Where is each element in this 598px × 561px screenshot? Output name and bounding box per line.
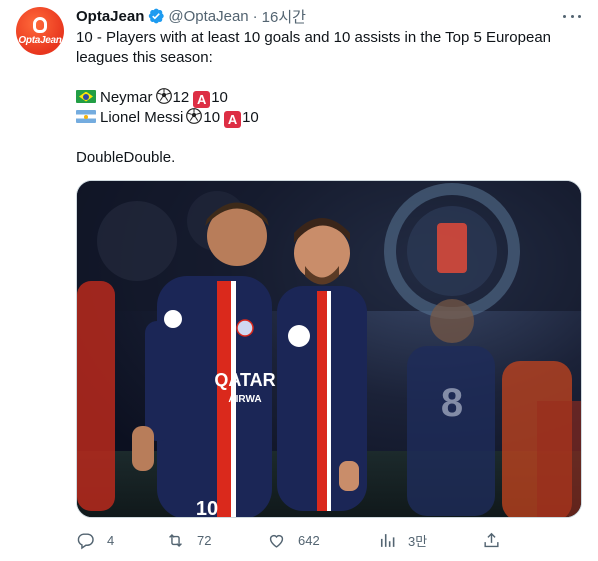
share-button[interactable] — [482, 528, 501, 552]
views-count: 3만 — [408, 533, 428, 549]
avatar[interactable]: OptaJean — [16, 7, 64, 55]
handle[interactable]: @OptaJean — [168, 8, 248, 25]
retweet-button[interactable]: 72 — [166, 528, 211, 552]
avatar-label: OptaJean — [18, 34, 62, 46]
more-options-icon[interactable] — [561, 8, 583, 24]
sponsor-subtext: AIRWA — [228, 394, 261, 405]
player-stat-line: Lionel Messi 10 A 10 — [76, 108, 576, 128]
display-name[interactable]: OptaJean — [76, 8, 144, 25]
goals-count: 12 — [172, 89, 190, 106]
like-button[interactable]: 642 — [267, 528, 320, 552]
sponsor-text: QATAR — [214, 370, 275, 390]
reply-icon — [77, 532, 94, 549]
argentina-flag-icon — [76, 110, 96, 123]
tweet-text: 10 - Players with at least 10 goals and … — [76, 28, 576, 168]
like-count: 642 — [298, 532, 320, 548]
tweet-text-line: 10 - Players with at least 10 goals and … — [76, 29, 552, 46]
share-icon — [484, 532, 499, 547]
player-name: Neymar — [100, 89, 153, 106]
background-jersey-number: 8 — [441, 381, 463, 425]
heart-icon — [269, 534, 284, 548]
tweet-text-line: DoubleDouble. — [76, 149, 176, 166]
views-button[interactable]: 3만 — [377, 528, 427, 552]
goals-count: 10 — [203, 109, 221, 126]
soccer-ball-icon — [186, 108, 203, 124]
player-stat-line: Neymar 12 A 10 — [76, 88, 576, 108]
tweet-text-line: leagues this season: — [76, 49, 213, 66]
tweet-header: OptaJean @OptaJean · 16시간 — [76, 6, 306, 26]
player-name: Lionel Messi — [100, 109, 184, 126]
soccer-ball-icon — [155, 88, 172, 104]
jersey-number: 10 — [196, 498, 218, 518]
photo-illustration: 8 QATAR AIRWA 10 — [77, 181, 581, 518]
reply-count: 4 — [107, 532, 115, 548]
opta-logo-icon — [33, 16, 47, 33]
separator: · — [252, 7, 258, 25]
assists-count: 10 — [242, 109, 259, 126]
views-chart-icon — [380, 533, 395, 547]
tweet-photo[interactable]: 8 QATAR AIRWA 10 — [76, 180, 582, 518]
tweet[interactable]: OptaJean OptaJean @OptaJean · 16시간 10 - … — [0, 0, 598, 561]
assist-badge-icon: A — [224, 111, 242, 128]
timestamp[interactable]: 16시간 — [262, 6, 306, 27]
assists-count: 10 — [211, 89, 228, 106]
verified-badge-icon — [149, 8, 165, 24]
reply-button[interactable]: 4 — [76, 528, 114, 552]
retweet-icon — [169, 533, 182, 547]
retweet-count: 72 — [197, 532, 212, 548]
action-bar: 4 72 642 3만 — [76, 528, 506, 552]
assist-badge-icon: A — [193, 91, 211, 108]
brazil-flag-icon — [76, 90, 96, 103]
